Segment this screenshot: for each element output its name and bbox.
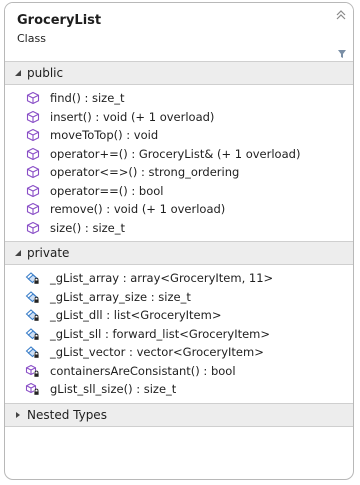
member-row[interactable]: _gList_array_size : size_t [5, 288, 353, 307]
method-cube-icon [25, 128, 41, 142]
member-label: _gList_array : array<GroceryItem, 11> [50, 271, 274, 286]
section-public-header[interactable]: public [5, 61, 353, 85]
method-cube-icon [25, 110, 41, 124]
class-kind: Class [17, 32, 46, 45]
member-label: _gList_sll : forward_list<GroceryItem> [50, 326, 271, 341]
member-label: size() : size_t [50, 220, 126, 235]
member-row[interactable]: size() : size_t [5, 219, 353, 238]
section-nested-types-header[interactable]: Nested Types [5, 402, 353, 427]
member-row[interactable]: remove() : void (+ 1 overload) [5, 200, 353, 219]
member-row[interactable]: operator==() : bool [5, 182, 353, 201]
member-label: operator==() : bool [50, 183, 164, 198]
expanded-triangle-icon [9, 69, 27, 77]
member-label: operator<=>() : strong_ordering [50, 165, 240, 180]
member-label: _gList_array_size : size_t [50, 289, 191, 304]
member-row[interactable]: gList_sll_size() : size_t [5, 380, 353, 399]
member-label: find() : size_t [50, 91, 125, 106]
member-row[interactable]: _gList_dll : list<GroceryItem> [5, 306, 353, 325]
private-field-icon [25, 271, 41, 285]
member-row[interactable]: insert() : void (+ 1 overload) [5, 108, 353, 127]
member-row[interactable]: _gList_vector : vector<GroceryItem> [5, 343, 353, 362]
private-field-icon [25, 308, 41, 322]
private-method-icon [25, 382, 41, 396]
section-label: public [27, 66, 64, 80]
private-method-icon [25, 364, 41, 378]
member-label: _gList_dll : list<GroceryItem> [50, 308, 222, 323]
private-members-list: _gList_array : array<GroceryItem, 11> _gL… [5, 265, 353, 403]
private-field-icon [25, 345, 41, 359]
member-label: operator+=() : GroceryList& (+ 1 overloa… [50, 146, 301, 161]
member-label: moveToTop() : void [50, 128, 159, 143]
method-cube-icon [25, 91, 41, 105]
member-row[interactable]: moveToTop() : void [5, 126, 353, 145]
method-cube-icon [25, 147, 41, 161]
member-label: _gList_vector : vector<GroceryItem> [50, 345, 264, 360]
section-label: Nested Types [27, 407, 107, 422]
collapsed-triangle-icon [9, 411, 27, 419]
member-row[interactable]: containersAreConsistant() : bool [5, 362, 353, 381]
private-field-icon [25, 290, 41, 304]
double-chevron-up-icon[interactable] [335, 9, 347, 21]
class-header: GroceryList Class [5, 3, 353, 61]
member-label: containersAreConsistant() : bool [50, 363, 236, 378]
public-members-list: find() : size_t insert() : void (+ 1 over… [5, 85, 353, 241]
member-row[interactable]: _gList_array : array<GroceryItem, 11> [5, 269, 353, 288]
member-row[interactable]: operator<=>() : strong_ordering [5, 163, 353, 182]
section-label: private [27, 246, 70, 260]
member-label: remove() : void (+ 1 overload) [50, 202, 226, 217]
member-row[interactable]: find() : size_t [5, 89, 353, 108]
filter-icon[interactable] [337, 49, 347, 59]
private-field-icon [25, 327, 41, 341]
class-title: GroceryList [17, 13, 102, 28]
section-private-header[interactable]: private [5, 241, 353, 265]
member-row[interactable]: _gList_sll : forward_list<GroceryItem> [5, 325, 353, 344]
method-cube-icon [25, 221, 41, 235]
method-cube-icon [25, 184, 41, 198]
class-diagram-card: GroceryList Class public find() : size_t… [4, 2, 354, 480]
member-row[interactable]: operator+=() : GroceryList& (+ 1 overloa… [5, 145, 353, 164]
method-cube-icon [25, 202, 41, 216]
member-label: gList_sll_size() : size_t [50, 382, 177, 397]
expanded-triangle-icon [9, 249, 27, 257]
method-cube-icon [25, 165, 41, 179]
member-label: insert() : void (+ 1 overload) [50, 109, 215, 124]
